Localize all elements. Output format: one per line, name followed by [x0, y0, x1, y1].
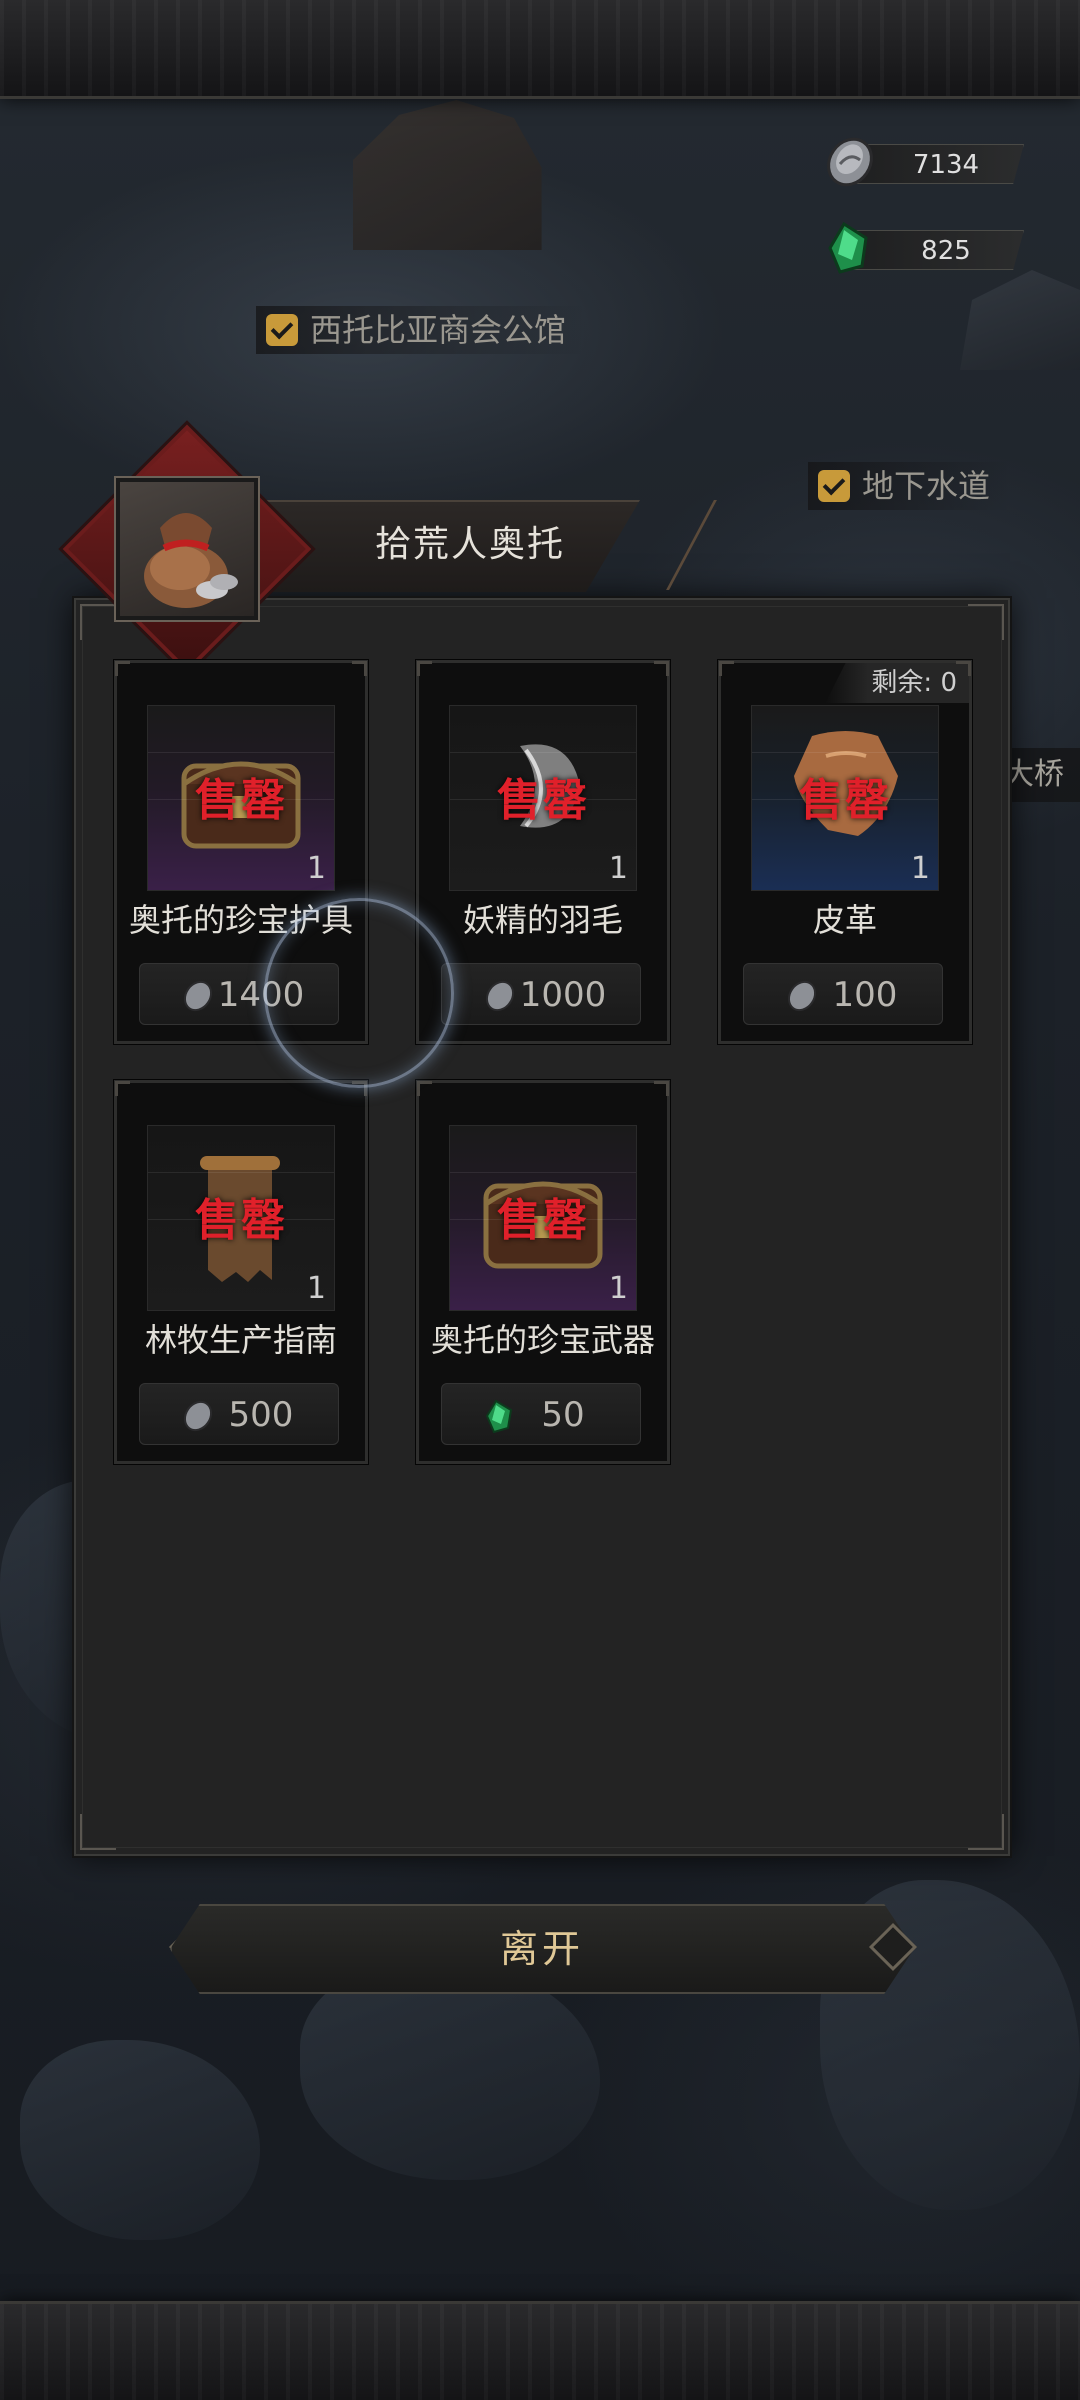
item-name: 奥托的珍宝武器	[430, 1321, 655, 1359]
price-value: 1000	[519, 975, 607, 1015]
item-name: 皮革	[812, 901, 877, 939]
item-name: 林牧生产指南	[144, 1321, 337, 1359]
check-icon	[818, 470, 850, 502]
sold-out-label: 售罄	[195, 1195, 287, 1246]
item-quantity: 1	[306, 1271, 326, 1306]
green-gem-icon	[485, 1399, 513, 1434]
silver-coin-icon	[485, 980, 515, 1012]
scavenger-otto-avatar	[116, 478, 258, 620]
map-location-label: 地下水道	[862, 467, 991, 505]
panel-corner	[80, 604, 116, 640]
item-thumbnail: 售罄 1	[449, 705, 637, 891]
item-price[interactable]: 100	[743, 963, 943, 1025]
item-price[interactable]: 500	[139, 1383, 339, 1445]
price-value: 100	[832, 975, 898, 1015]
item-thumbnail: 售罄 1	[751, 705, 939, 891]
map-location-label: 西托比亚商会公馆	[310, 311, 567, 349]
remaining-count: 剩余: 0	[825, 663, 969, 703]
panel-corner	[80, 1814, 116, 1850]
shop-item-card[interactable]: 售罄 1 妖精的羽毛 1000	[416, 660, 670, 1044]
panel-corner	[968, 604, 1004, 640]
map-location-sewer[interactable]: 地下水道	[808, 462, 1011, 510]
check-icon	[266, 314, 298, 346]
item-quantity: 1	[608, 1271, 628, 1306]
shop-item-card[interactable]: 售罄 1 林牧生产指南 500	[114, 1080, 368, 1464]
top-frame	[0, 0, 1080, 99]
silver-coin-icon	[183, 980, 213, 1012]
shop-item-card[interactable]: 售罄 1 奥托的珍宝武器 50	[416, 1080, 670, 1464]
item-price[interactable]: 1000	[441, 963, 641, 1025]
item-quantity: 1	[608, 851, 628, 886]
sold-out-label: 售罄	[195, 775, 287, 826]
sold-out-label: 售罄	[497, 1195, 589, 1246]
map-building-guildhall	[353, 100, 542, 250]
bottom-frame	[0, 2301, 1080, 2400]
sack-icon	[144, 513, 238, 608]
item-quantity: 1	[306, 851, 326, 886]
silver-coin-icon	[827, 137, 873, 187]
panel-corner	[968, 1814, 1004, 1850]
item-name: 妖精的羽毛	[462, 901, 623, 939]
item-thumbnail: 售罄 1	[147, 705, 335, 891]
map-rock	[20, 2040, 260, 2240]
map-location-guildhall[interactable]: 西托比亚商会公馆	[256, 306, 587, 354]
item-price[interactable]: 50	[441, 1383, 641, 1445]
sold-out-label: 售罄	[497, 775, 589, 826]
silver-coin-icon	[787, 980, 817, 1012]
leave-button[interactable]: 离开	[170, 1904, 914, 1994]
price-value: 50	[541, 1395, 585, 1435]
item-thumbnail: 售罄 1	[449, 1125, 637, 1311]
price-value: 500	[228, 1395, 294, 1435]
touch-feedback-ring	[264, 898, 454, 1088]
sold-out-label: 售罄	[799, 775, 891, 826]
item-quantity: 1	[910, 851, 930, 886]
shop-item-card[interactable]: 剩余: 0 售罄 1 皮革 100	[718, 660, 972, 1044]
silver-coin-icon	[183, 1400, 213, 1432]
green-gem-icon	[828, 221, 868, 274]
map-building-east	[960, 270, 1080, 370]
item-thumbnail: 售罄 1	[147, 1125, 335, 1311]
